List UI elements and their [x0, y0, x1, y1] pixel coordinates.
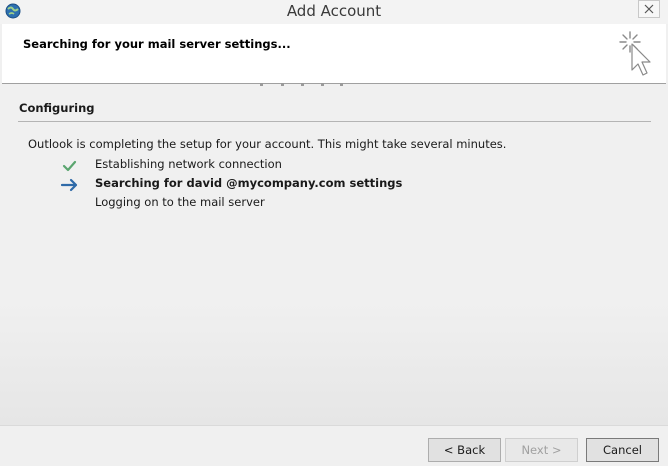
add-account-dialog: Add Account Searching for your mail serv… — [0, 0, 668, 466]
step-label: Searching for david @mycompany.com setti… — [95, 176, 403, 190]
progress-indicator — [260, 83, 350, 89]
close-button[interactable] — [638, 0, 660, 18]
progress-dot — [281, 83, 284, 86]
footer-divider — [0, 425, 668, 426]
checkmark-icon — [60, 158, 80, 172]
arrow-right-icon — [60, 177, 80, 192]
progress-dot — [321, 83, 324, 86]
progress-dot — [260, 83, 263, 86]
step-search-settings: Searching for david @mycompany.com setti… — [60, 176, 560, 194]
step-label: Logging on to the mail server — [95, 195, 265, 209]
back-button[interactable]: < Back — [428, 438, 501, 462]
section-title: Configuring — [19, 101, 95, 115]
title-bar: Add Account — [0, 0, 668, 24]
next-button[interactable]: Next > — [505, 438, 578, 462]
step-logon-server: Logging on to the mail server — [60, 195, 560, 213]
cancel-button[interactable]: Cancel — [586, 438, 659, 462]
content-background — [0, 300, 668, 425]
busy-cursor-icon — [618, 30, 656, 78]
progress-dot — [301, 83, 304, 86]
window-title: Add Account — [286, 2, 382, 20]
section-divider — [18, 121, 651, 122]
step-network-connection: Establishing network connection — [60, 157, 560, 175]
close-icon — [644, 4, 654, 14]
step-label: Establishing network connection — [95, 157, 282, 171]
progress-dot — [340, 83, 343, 86]
setup-description: Outlook is completing the setup for your… — [28, 137, 507, 151]
header-panel: Searching for your mail server settings.… — [2, 24, 666, 84]
header-title: Searching for your mail server settings.… — [23, 37, 291, 51]
